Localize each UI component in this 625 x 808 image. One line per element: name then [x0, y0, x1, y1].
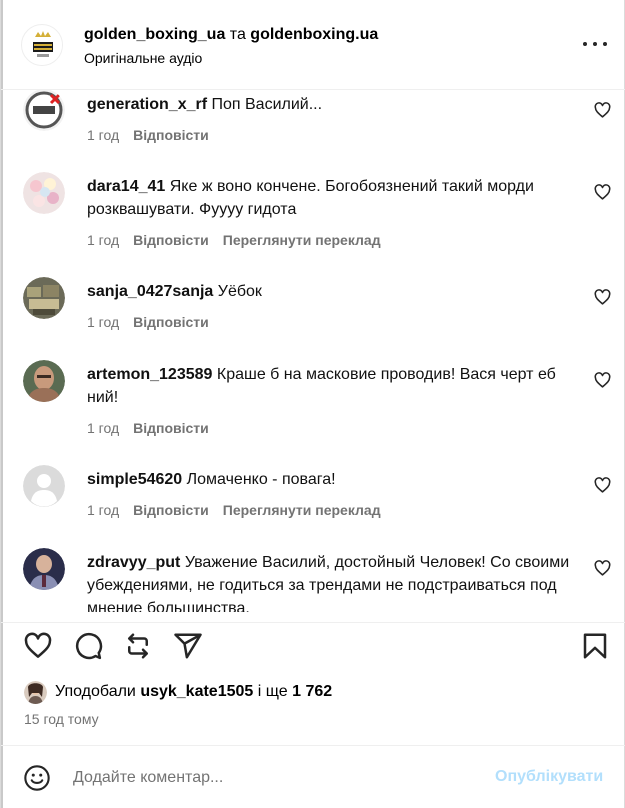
- comment-time[interactable]: 1 год: [87, 420, 119, 436]
- comment-body: Поп Василий...: [211, 96, 323, 113]
- liker-username[interactable]: usyk_kate1505: [140, 683, 253, 700]
- likes-prefix: Уподобали: [55, 683, 136, 700]
- comment-text: sanja_0427sanja Уёбок: [87, 280, 577, 303]
- comment-time[interactable]: 1 год: [87, 314, 119, 330]
- comment-time[interactable]: 1 год: [87, 127, 119, 143]
- comment-text: simple54620 Ломаченко - повага!: [87, 468, 577, 491]
- publish-button[interactable]: Опублікувати: [495, 768, 603, 786]
- comment-meta: 1 год Відповісти Переглянути переклад: [87, 501, 395, 519]
- author-link-2[interactable]: goldenboxing.ua: [250, 26, 378, 43]
- commenter-avatar[interactable]: [23, 360, 65, 402]
- comment-username[interactable]: artemon_123589: [87, 366, 212, 383]
- commenter-avatar[interactable]: [23, 548, 65, 590]
- comment-meta: 1 год Відповісти: [87, 126, 223, 144]
- dot: [603, 42, 607, 46]
- likes-text[interactable]: Уподобали usyk_kate1505 і ще 1 762: [55, 683, 332, 701]
- see-translation-button[interactable]: Переглянути переклад: [223, 232, 381, 248]
- commenter-avatar[interactable]: [23, 90, 65, 131]
- commenter-avatar[interactable]: [23, 465, 65, 507]
- more-options-icon[interactable]: [583, 36, 607, 52]
- comment-username[interactable]: generation_x_rf: [87, 96, 207, 113]
- comment-username[interactable]: zdravyy_put: [87, 554, 180, 571]
- comment-time[interactable]: 1 год: [87, 232, 119, 248]
- post-dialog: golden_boxing_ua та goldenboxing.ua Ориг…: [0, 0, 625, 808]
- comment-text: artemon_123589 Краше б на масковие прово…: [87, 363, 577, 409]
- post-header: golden_boxing_ua та goldenboxing.ua Ориг…: [1, 0, 625, 90]
- dot: [593, 42, 597, 46]
- comment-like-icon[interactable]: [594, 372, 611, 389]
- reply-button[interactable]: Відповісти: [133, 502, 209, 518]
- author-link-1[interactable]: golden_boxing_ua: [84, 26, 225, 43]
- comment-like-icon[interactable]: [594, 560, 611, 577]
- send-icon[interactable]: [173, 631, 203, 661]
- comment-meta: 1 год Відповісти: [87, 419, 223, 437]
- comment-composer: Опублікувати: [1, 745, 625, 808]
- audio-link[interactable]: Оригінальне аудіо: [84, 49, 202, 67]
- comment-like-icon[interactable]: [594, 477, 611, 494]
- comment-meta: 1 год Відповісти Переглянути переклад: [87, 231, 395, 249]
- golden-boxing-logo-icon[interactable]: [21, 24, 63, 66]
- commenter-avatar[interactable]: [23, 172, 65, 214]
- dot: [583, 42, 587, 46]
- reply-button[interactable]: Відповісти: [133, 420, 209, 436]
- comment-input[interactable]: [73, 766, 473, 790]
- comment-username[interactable]: sanja_0427sanja: [87, 283, 213, 300]
- post-actions: [1, 622, 625, 672]
- see-translation-button[interactable]: Переглянути переклад: [223, 502, 381, 518]
- authors-conjunction: та: [229, 26, 246, 43]
- emoji-icon[interactable]: [23, 764, 51, 792]
- reply-button[interactable]: Відповісти: [133, 232, 209, 248]
- post-authors: golden_boxing_ua та goldenboxing.ua: [84, 25, 378, 45]
- likes-summary: Уподобали usyk_kate1505 і ще 1 762: [24, 680, 332, 704]
- post-time[interactable]: 15 год тому: [24, 711, 99, 727]
- bookmark-icon[interactable]: [580, 631, 610, 661]
- repost-icon[interactable]: [123, 631, 153, 661]
- comment-like-icon[interactable]: [594, 102, 611, 119]
- comment-like-icon[interactable]: [594, 289, 611, 306]
- reply-button[interactable]: Відповісти: [133, 127, 209, 143]
- comment-text: dara14_41 Яке ж воно кончене. Богобоязне…: [87, 175, 577, 221]
- heart-icon[interactable]: [23, 631, 53, 661]
- comment-body: Уёбок: [217, 283, 262, 300]
- comment-time[interactable]: 1 год: [87, 502, 119, 518]
- comment-username[interactable]: simple54620: [87, 471, 182, 488]
- comments-list[interactable]: generation_x_rf Поп Василий... 1 год Відп…: [1, 90, 625, 612]
- likes-count[interactable]: 1 762: [292, 683, 332, 700]
- likes-middle: і ще: [257, 683, 288, 700]
- liker-avatar[interactable]: [24, 680, 47, 704]
- comment-body: Ломаченко - повага!: [186, 471, 336, 488]
- commenter-avatar[interactable]: [23, 277, 65, 319]
- comment-text: zdravyy_put Уважение Василий, достойный …: [87, 551, 577, 612]
- comment-text: generation_x_rf Поп Василий...: [87, 93, 577, 116]
- reply-button[interactable]: Відповісти: [133, 314, 209, 330]
- comment-icon[interactable]: [73, 631, 103, 661]
- comment-username[interactable]: dara14_41: [87, 178, 165, 195]
- comment-like-icon[interactable]: [594, 184, 611, 201]
- comment-meta: 1 год Відповісти: [87, 313, 223, 331]
